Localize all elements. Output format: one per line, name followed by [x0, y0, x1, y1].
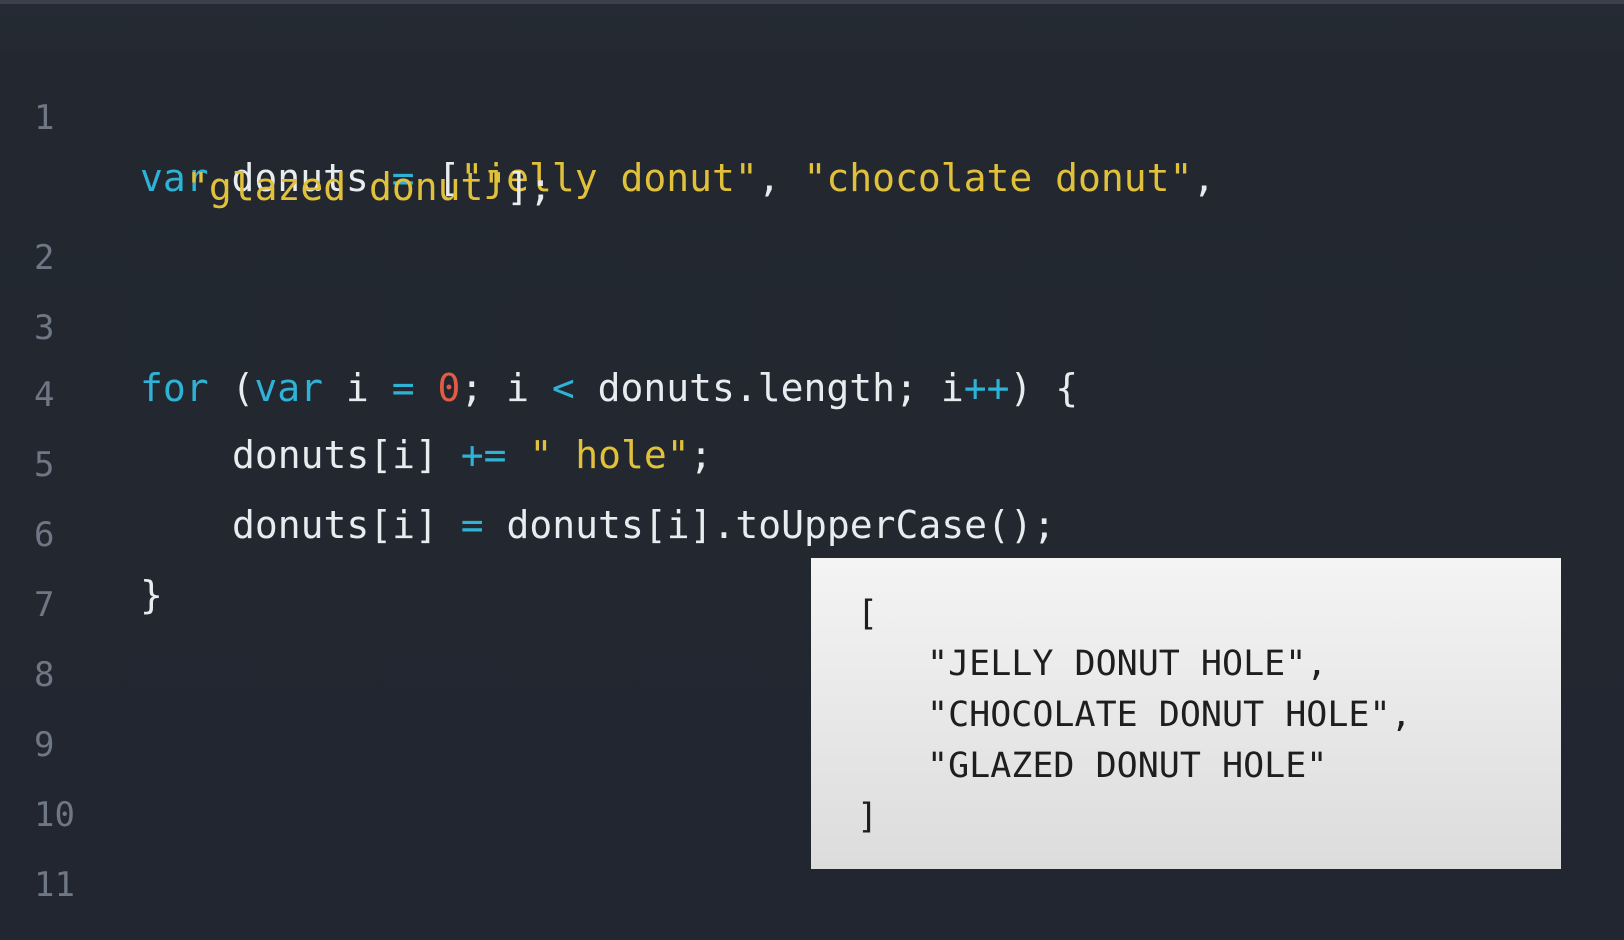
code-line-12: 12 [0, 865, 1624, 940]
output-item: "CHOCOLATE DONUT HOLE", [927, 695, 1412, 735]
console-output-panel: [ "JELLY DONUT HOLE", "CHOCOLATE DONUT H… [811, 558, 1561, 869]
code-line-3: 3 for (var i = 0; i < donuts.length; i++… [0, 238, 1624, 410]
code-line-2: 2 [0, 168, 1624, 278]
code-line-6: 6 } [0, 445, 1624, 617]
code-editor: 1 var donuts = ["jelly donut", "chocolat… [0, 0, 1624, 940]
code-line-1: 1 var donuts = ["jelly donut", "chocolat… [0, 28, 1624, 200]
code-line-5: 5 donuts[i] = donuts[i].toUpperCase(); [0, 375, 1624, 547]
code-line-4: 4 donuts[i] += " hole"; [0, 305, 1624, 477]
output-bracket-close: ] [857, 797, 879, 837]
output-bracket-open: [ [857, 594, 879, 634]
line-number: 12 [34, 925, 75, 940]
output-item: "JELLY DONUT HOLE", [927, 644, 1328, 684]
editor-top-edge [0, 0, 1624, 4]
code-line-1-wrap: "glazed donut"]; [0, 97, 1624, 209]
output-item: "GLAZED DONUT HOLE" [927, 746, 1328, 786]
